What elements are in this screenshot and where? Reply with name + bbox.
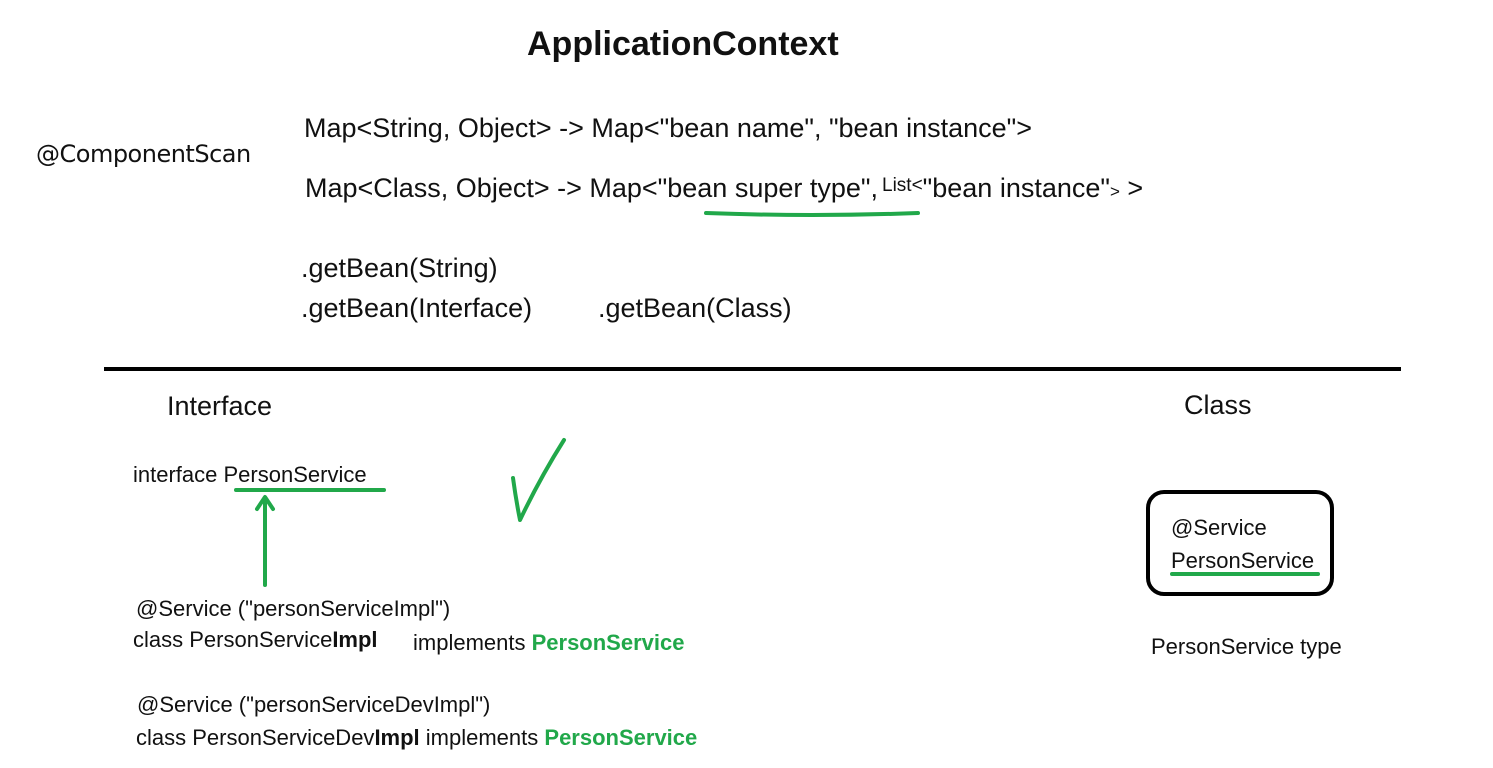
checkmark-icon — [511, 438, 566, 522]
bean-super-type-underline — [704, 211, 920, 217]
up-arrow-icon — [255, 495, 275, 587]
annotation-overlay — [234, 211, 1320, 587]
